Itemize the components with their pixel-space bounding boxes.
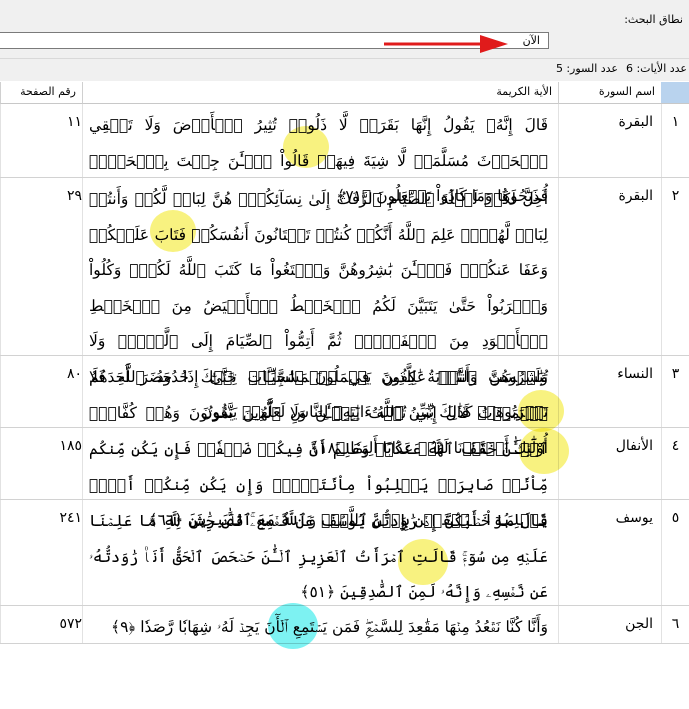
- page-number-cell: ٢٤١: [0, 500, 82, 605]
- verse-cell: ٱلۡـَٰٔنَ خَفَّفَ ٱللَّهُ عَنكُمۡ وَعَلِ…: [82, 428, 558, 529]
- verses-count-value: 6: [626, 62, 633, 75]
- row-header-corner[interactable]: [661, 82, 689, 104]
- verse-cell: وَأَنَّا كُنَّا نَقۡعُدُ مِنۡهَا مَقَٰعِ…: [82, 606, 558, 643]
- search-scope-label: نطاق البحث:: [624, 13, 683, 26]
- row-number: ٤: [661, 428, 689, 499]
- match-highlight: [150, 210, 196, 252]
- table-row[interactable]: ٦ الجن وَأَنَّا كُنَّا نَقۡعُدُ مِنۡهَا …: [0, 603, 689, 649]
- result-counts-bar: عدد الأيات: 6 عدد السور: 5: [0, 58, 689, 81]
- row-number: ٢: [661, 178, 689, 355]
- column-header-sura[interactable]: اسم السورة: [558, 82, 661, 104]
- table-row[interactable]: ٥ يوسف قَالَ مَا خَطۡبُكُنَّ إِذۡ رَٰوَد…: [0, 500, 689, 606]
- row-number: ١: [661, 104, 689, 177]
- row-number: ٣: [661, 356, 689, 427]
- verses-count-label: عدد الأيات:: [636, 62, 687, 75]
- sura-name-cell: يوسف: [558, 500, 661, 605]
- row-number: ٦: [661, 606, 689, 643]
- table-row[interactable]: ١ البقرة قَالَ إِنَّهُۥ يَقُولُ إِنَّهَا…: [0, 104, 689, 205]
- sura-name-cell: النساء: [558, 356, 661, 427]
- page-number-cell: ١١: [0, 104, 82, 177]
- sura-name-cell: البقرة: [558, 104, 661, 177]
- selected-match-highlight: [268, 603, 318, 649]
- column-header-verse[interactable]: الأية الكريمة: [82, 82, 558, 104]
- page-number-cell: ١٨٥: [0, 428, 82, 499]
- match-highlight: [398, 539, 448, 585]
- table-row[interactable]: ٣ النساء وَلَيۡسَتِ ٱلتَّوۡبَةُ لِلَّذِي…: [0, 356, 689, 457]
- sura-name-cell: الأنفال: [558, 428, 661, 499]
- match-highlight: [518, 390, 564, 432]
- page-number-cell: ٢٩: [0, 178, 82, 355]
- suras-count-value: 5: [556, 62, 563, 75]
- verse-cell: أُحِلَّ لَكُمۡ لَيۡلَةَ ٱلصِّيَامِ ٱلرَّ…: [82, 178, 558, 421]
- sura-name-cell: البقرة: [558, 178, 661, 355]
- table-row[interactable]: ٤ الأنفال ٱلۡـَٰٔنَ خَفَّفَ ٱللَّهُ عَنك…: [0, 428, 689, 529]
- row-number: ٥: [661, 500, 689, 605]
- page-number-cell: ٨٠: [0, 356, 82, 427]
- sura-name-cell: الجن: [558, 606, 661, 643]
- suras-count-label: عدد السور:: [566, 62, 618, 75]
- verse-cell: وَلَيۡسَتِ ٱلتَّوۡبَةُ لِلَّذِينَ يَعۡمَ…: [82, 356, 558, 457]
- page-number-cell: ٥٧٢: [0, 606, 82, 643]
- red-arrow-annotation: [384, 35, 508, 53]
- match-highlight: [283, 126, 329, 168]
- match-highlight: [519, 428, 569, 474]
- verse-cell: قَالَ مَا خَطۡبُكُنَّ إِذۡ رَٰوَدتُّنَّ …: [82, 500, 558, 605]
- column-header-page[interactable]: رقم الصفحة: [0, 82, 82, 104]
- search-panel: نطاق البحث:: [0, 0, 689, 58]
- table-row[interactable]: ٢ البقرة أُحِلَّ لَكُمۡ لَيۡلَةَ ٱلصِّيَ…: [0, 178, 689, 421]
